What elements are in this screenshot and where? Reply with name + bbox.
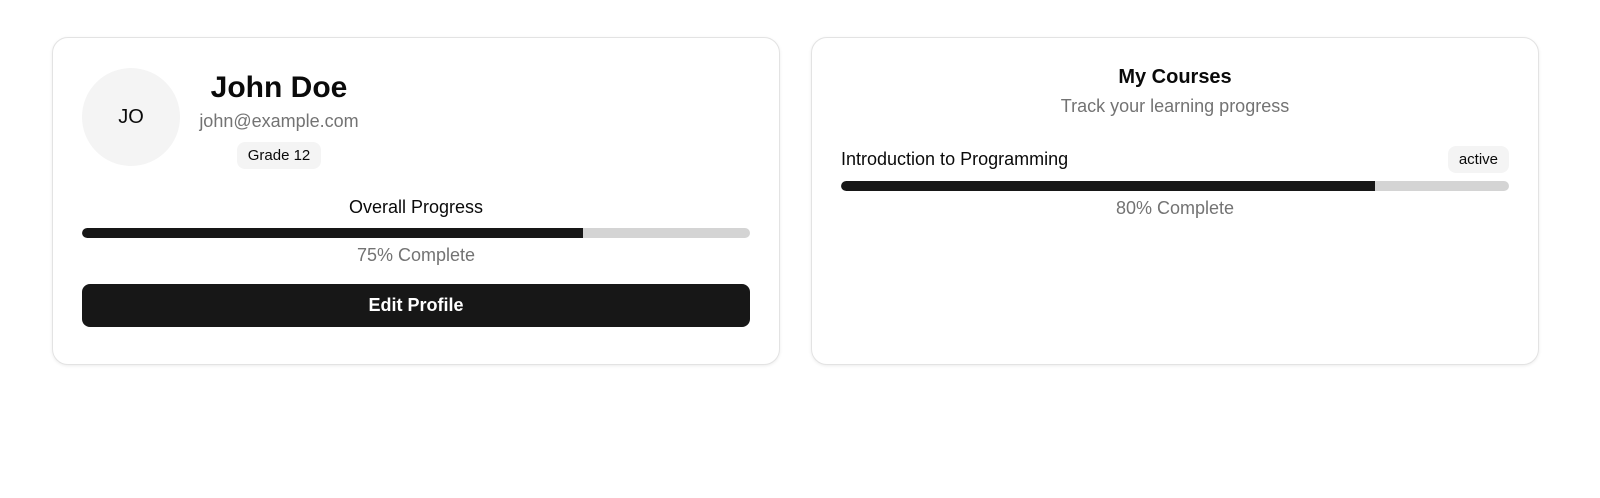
courses-subtitle: Track your learning progress (1060, 96, 1290, 116)
avatar: JO (82, 68, 180, 166)
courses-title: My Courses (1118, 66, 1232, 88)
course-progress-bar (841, 181, 1509, 191)
overall-progress: Overall Progress 75% Complete (82, 196, 750, 266)
edit-profile-button[interactable]: Edit Profile (82, 284, 750, 327)
overall-progress-fill (82, 228, 583, 238)
overall-progress-bar (82, 228, 750, 238)
courses-header: My Courses Track your learning progress (812, 65, 1538, 117)
profile-identity: John Doe john@example.com Grade 12 (198, 70, 360, 169)
dashboard-page: JO John Doe john@example.com Grade 12 Ov… (0, 0, 1600, 498)
user-email: john@example.com (199, 111, 359, 131)
overall-progress-text: 75% Complete (356, 245, 476, 265)
course-progress-fill (841, 181, 1376, 191)
course-status-badge: active (1447, 145, 1509, 173)
avatar-initials: JO (118, 105, 144, 128)
profile-card: JO John Doe john@example.com Grade 12 Ov… (52, 37, 780, 365)
user-name: John Doe (210, 71, 348, 104)
grade-badge: Grade 12 (236, 142, 322, 169)
course-name: Introduction to Programming (841, 149, 1069, 169)
courses-card: My Courses Track your learning progress … (811, 37, 1539, 365)
course-item[interactable]: Introduction to Programming active 80% C… (841, 145, 1509, 219)
course-progress-text: 80% Complete (1115, 198, 1235, 218)
course-header-row: Introduction to Programming active (841, 145, 1509, 173)
overall-progress-label: Overall Progress (348, 197, 484, 217)
